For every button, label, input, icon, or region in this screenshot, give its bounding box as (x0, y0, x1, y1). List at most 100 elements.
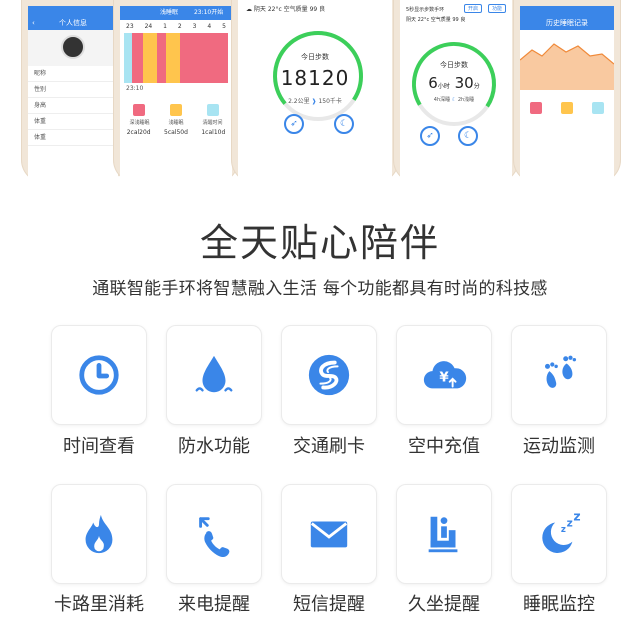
status-bar (520, 6, 614, 16)
light-sleep: 2h浅睡 (457, 97, 475, 103)
enable-button[interactable]: 开启 (463, 4, 482, 13)
phone-history: 历史睡眠记录 (514, 0, 620, 180)
legend-label: 深浅睡眠 (129, 120, 150, 126)
feature-label: 运动监测 (523, 436, 595, 457)
legend-swatch (207, 104, 220, 116)
sleep-bar (165, 33, 181, 83)
function-button[interactable]: 功能 (487, 4, 506, 13)
steps-title: 今日步数 (301, 53, 329, 61)
band-header: 5秒显示步数手环 (406, 7, 445, 13)
hour-tick: 24 (144, 23, 153, 30)
avatar[interactable] (61, 35, 85, 59)
hour-tick: 1 (163, 23, 167, 30)
sleep-minutes: 30 (454, 74, 474, 92)
legend-swatch (560, 102, 573, 114)
sitting-icon (428, 516, 458, 553)
legend-labels: 深浅睡眠 浅睡眠 清醒时间 (120, 116, 232, 126)
water-drop-icon (195, 355, 233, 393)
steps-count: 18120 (280, 66, 350, 90)
sleep-start: 23:10开始 (193, 9, 224, 16)
page-subheadline: 通联智能手环将智慧融入生活 每个功能都具有时尚的科技感 (92, 279, 548, 299)
history-legend (520, 90, 614, 114)
profile-row[interactable]: 体重 (28, 114, 118, 130)
sleep-bar (142, 33, 158, 83)
sleep-bar (132, 33, 143, 83)
legend-value: 2cal20d (126, 129, 151, 136)
feature-card-call[interactable] (166, 484, 262, 584)
flame-icon (85, 514, 113, 554)
legend-swatch (592, 102, 605, 114)
sleep-type: 浅睡眠 (160, 9, 179, 16)
feature-card-sedentary[interactable] (396, 484, 492, 584)
sleep-bar (124, 33, 133, 83)
sleep-header: 浅睡眠 23:10开始 (120, 6, 232, 20)
cloud-icon: ☁ (246, 6, 252, 13)
hour-tick: 4 (207, 23, 212, 30)
feature-card-calorie[interactable] (51, 484, 147, 584)
profile-row[interactable]: 身高 (28, 98, 118, 114)
phone-screenshots-strip: ‹ 个人信息 昵称 性别 身高 体重 体重 浅睡眠 23:10开始 23 24 … (0, 0, 640, 180)
history-title: 历史睡眠记录 (546, 19, 588, 27)
svg-text:z: z (561, 525, 566, 535)
sleep-bars (124, 33, 228, 83)
phone-profile: ‹ 个人信息 昵称 性别 身高 体重 体重 (22, 0, 124, 180)
page-headline: 全天贴心陪伴 (199, 221, 440, 265)
sleep-duration: 6小时 30分 (410, 74, 498, 92)
feature-label: 时间查看 (63, 436, 135, 457)
feature-card-sms[interactable] (281, 484, 377, 584)
back-icon[interactable]: ‹ (32, 16, 35, 30)
kcal-value: 150千卡 (318, 98, 342, 105)
legend-swatch (132, 104, 145, 116)
profile-row[interactable]: 体重 (28, 130, 118, 146)
profile-row[interactable]: 昵称 (28, 66, 118, 82)
sleep-mode-button[interactable]: ☾ (458, 126, 478, 146)
feature-label: 空中充值 (408, 436, 480, 457)
sleep-bar (157, 33, 166, 83)
svg-text:¥: ¥ (439, 371, 449, 386)
feature-card-transit[interactable] (281, 325, 377, 425)
distance-value: 2.2公里 (288, 98, 310, 105)
avatar-zone (28, 30, 118, 66)
weather-info: ☁ 阴天 22°c 空气质量 99 良 (246, 4, 325, 13)
transit-card-icon (308, 354, 350, 396)
weather-text: 阴天 22°c 空气质量 99 良 (253, 6, 326, 13)
hour-tick: 3 (192, 23, 197, 30)
sleep-ring-title: 今日步数 (440, 61, 468, 69)
legend-swatch (529, 102, 542, 114)
svg-text:z: z (567, 517, 573, 529)
feature-card-recharge[interactable]: ¥ (396, 325, 492, 425)
history-screen: 历史睡眠记录 (520, 6, 614, 180)
profile-title-bar: ‹ 个人信息 (28, 16, 118, 30)
phone-sleep-ring: 5秒显示步数手环 开启 功能 阴天 22°c 空气质量 99 良 今日步数 6小… (394, 0, 518, 180)
feature-card-time[interactable] (51, 325, 147, 425)
run-mode-button[interactable]: ➶ (284, 114, 304, 134)
feature-card-sleep[interactable]: z z z (511, 484, 607, 584)
moon-small-icon: ☾ (451, 97, 457, 103)
hour-tick: 5 (222, 23, 226, 30)
profile-row[interactable]: 性别 (28, 82, 118, 98)
run-mode-button[interactable]: ➶ (420, 126, 440, 146)
legend-swatch (169, 104, 182, 116)
minutes-unit: 分 (473, 83, 480, 90)
steps-screen: ☁ 阴天 22°c 空气质量 99 良 今日步数 18120 2.2公里 ❱ 1… (238, 0, 392, 180)
footprints-icon (545, 355, 577, 388)
sleep-mode-button[interactable]: ☾ (334, 114, 354, 134)
legend-label: 浅睡眠 (168, 120, 184, 126)
envelope-icon (310, 521, 348, 548)
phone-steps: ☁ 阴天 22°c 空气质量 99 良 今日步数 18120 2.2公里 ❱ 1… (232, 0, 398, 180)
incoming-call-icon (199, 517, 230, 557)
feature-label: 卡路里消耗 (54, 594, 144, 615)
phone-sleep-detail: 浅睡眠 23:10开始 23 24 1 2 3 4 5 23:10 深浅睡眠 浅… (114, 0, 238, 180)
feature-card-sport[interactable] (511, 325, 607, 425)
feature-card-waterproof[interactable] (166, 325, 262, 425)
feature-label: 睡眠监控 (523, 594, 595, 615)
svg-text:z: z (573, 511, 580, 524)
status-bar (28, 6, 118, 16)
hours-unit: 小时 (437, 83, 450, 90)
history-chart (520, 43, 614, 90)
sleep-hour-ticks: 23 24 1 2 3 4 5 (120, 20, 232, 33)
sleep-bar (180, 33, 228, 83)
profile-title: 个人信息 (59, 19, 87, 27)
sleep-moon-icon: z z z (542, 511, 581, 553)
history-title-bar: 历史睡眠记录 (520, 16, 614, 30)
